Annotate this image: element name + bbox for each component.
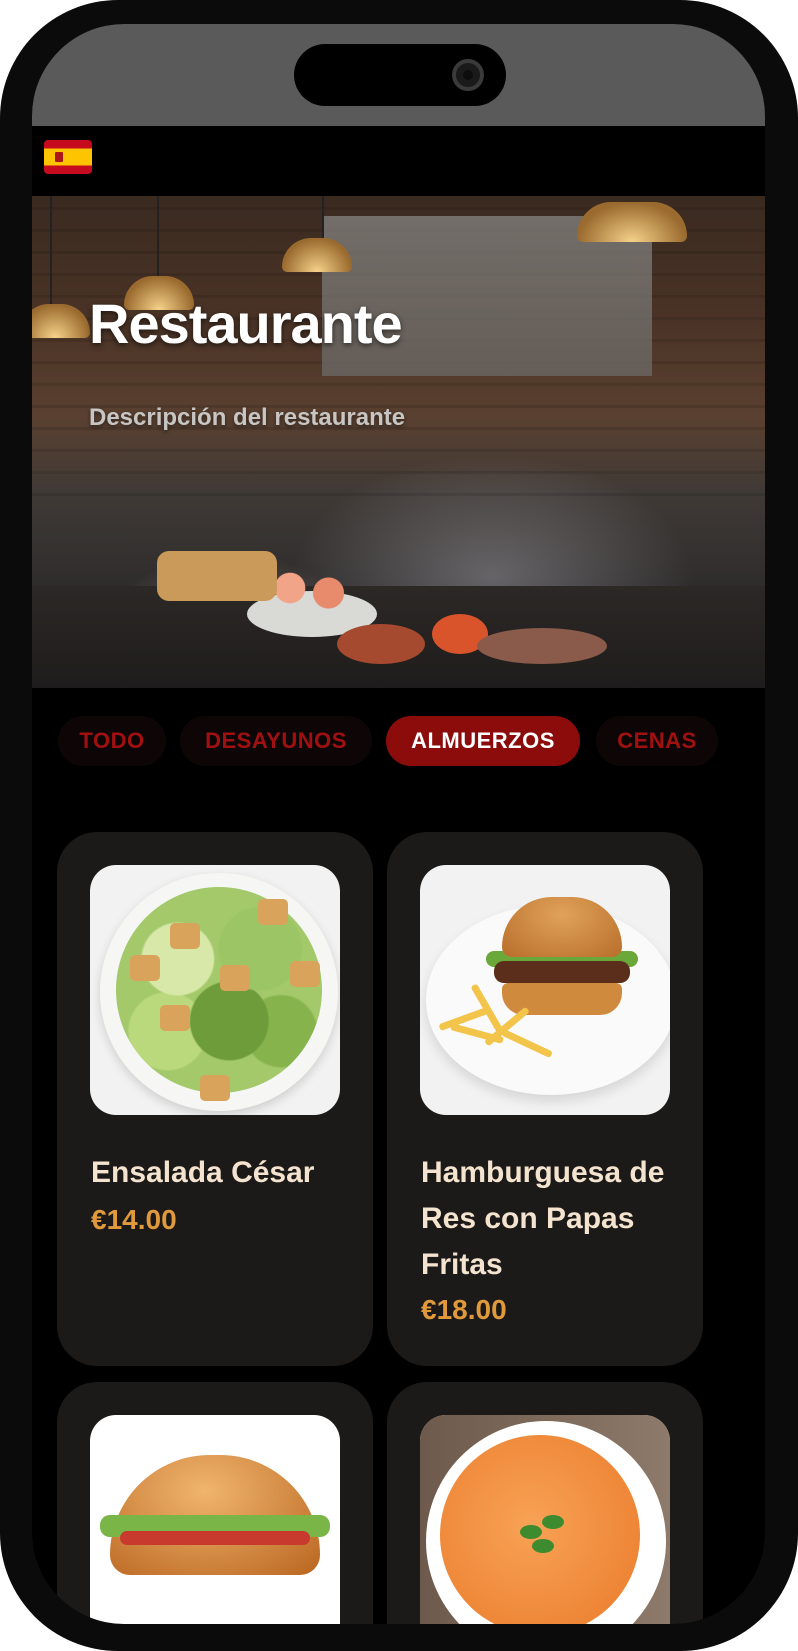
restaurant-description: Descripción del restaurante xyxy=(89,404,406,431)
tab-desayunos[interactable]: DESAYUNOS xyxy=(180,716,372,766)
burger-patty xyxy=(494,961,630,983)
pendant-lamp-icon xyxy=(577,202,687,242)
tomato-slice xyxy=(120,1531,310,1545)
basil-leaf xyxy=(532,1539,554,1553)
basil-leaf xyxy=(520,1525,542,1539)
lamp-wire xyxy=(157,196,159,278)
food-plate xyxy=(477,628,607,664)
menu-item-card[interactable] xyxy=(57,1382,373,1624)
burger-fries-image xyxy=(420,865,670,1115)
chili-bowl xyxy=(337,624,425,664)
caesar-salad-image xyxy=(90,865,340,1115)
crouton xyxy=(160,1005,190,1031)
crouton xyxy=(290,961,320,987)
phone-frame: Restaurante Descripción del restaurante … xyxy=(0,0,798,1651)
app-screen: Restaurante Descripción del restaurante … xyxy=(32,24,765,1624)
crouton xyxy=(130,955,160,981)
sandwich-image xyxy=(90,1415,340,1624)
menu-item-card[interactable]: Hamburguesa de Res con Papas Fritas €18.… xyxy=(387,832,703,1366)
dynamic-island xyxy=(294,44,506,106)
tomato-soup-image xyxy=(420,1415,670,1624)
spain-flag-icon[interactable] xyxy=(44,140,92,174)
menu-item-name: Hamburguesa de Res con Papas Fritas xyxy=(421,1156,665,1281)
restaurant-title: Restaurante xyxy=(89,292,403,355)
basil-leaf xyxy=(542,1515,564,1529)
crouton xyxy=(220,965,250,991)
menu-item-card[interactable]: Ensalada César €14.00 xyxy=(57,832,373,1366)
menu-item-price: €18.00 xyxy=(421,1294,507,1325)
lamp-wire xyxy=(322,196,324,240)
tab-cenas[interactable]: CENAS xyxy=(596,716,718,766)
category-tabs: TODO DESAYUNOS ALMUERZOS CENAS xyxy=(32,716,765,772)
lamp-wire xyxy=(50,196,52,306)
burger-bun-top xyxy=(502,897,622,957)
menu-item-name: Ensalada César xyxy=(91,1156,315,1189)
bread-board xyxy=(157,551,277,601)
crouton xyxy=(200,1075,230,1101)
front-camera-icon xyxy=(452,59,484,91)
salad-leaves xyxy=(116,887,322,1093)
top-bar xyxy=(32,126,765,196)
crouton xyxy=(170,923,200,949)
crouton xyxy=(258,899,288,925)
menu-item-price: €14.00 xyxy=(91,1204,177,1235)
tab-todo[interactable]: TODO xyxy=(58,716,166,766)
menu-item-card[interactable] xyxy=(387,1382,703,1624)
hero-banner: Restaurante Descripción del restaurante xyxy=(32,196,765,688)
tab-almuerzos[interactable]: ALMUERZOS xyxy=(386,716,580,766)
status-bar xyxy=(32,24,765,126)
